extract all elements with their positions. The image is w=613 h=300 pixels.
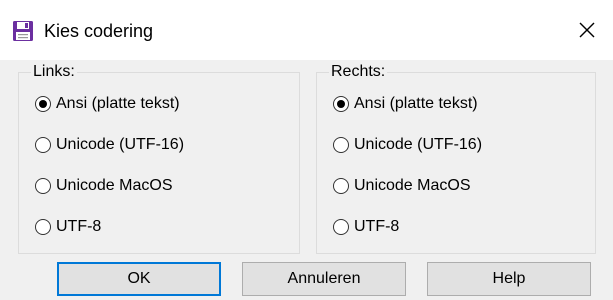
right-group-label: Rechts: [329, 61, 388, 83]
right-radio-utf8[interactable]: UTF-8 [333, 216, 399, 238]
title-bar: Kies codering [0, 0, 613, 60]
right-radio-unicode-utf16[interactable]: Unicode (UTF-16) [333, 134, 482, 156]
radio-selected-dot [337, 100, 345, 108]
radio-label: Unicode MacOS [354, 177, 471, 194]
window-title: Kies codering [44, 21, 154, 41]
close-button[interactable] [561, 0, 613, 60]
close-icon [579, 22, 595, 38]
right-radio-ansi[interactable]: Ansi (platte tekst) [333, 93, 478, 115]
radio-label: Unicode (UTF-16) [56, 136, 185, 153]
radio-circle [333, 96, 349, 112]
radio-circle [333, 178, 349, 194]
right-radio-unicode-macos[interactable]: Unicode MacOS [333, 175, 471, 197]
radio-label: Unicode (UTF-16) [354, 136, 483, 153]
radio-label: UTF-8 [354, 218, 400, 235]
floppy-disk-icon [13, 21, 33, 41]
radio-label: Ansi (platte tekst) [354, 95, 478, 112]
radio-circle [35, 178, 51, 194]
right-encoding-group: Rechts: Ansi (platte tekst) Unicode (UTF… [316, 61, 596, 254]
radio-circle [35, 96, 51, 112]
ok-button[interactable]: OK [57, 262, 221, 296]
left-radio-utf8[interactable]: UTF-8 [35, 216, 101, 238]
radio-selected-dot [39, 100, 47, 108]
radio-circle [35, 219, 51, 235]
radio-circle [35, 137, 51, 153]
help-button[interactable]: Help [427, 262, 591, 296]
radio-label: UTF-8 [56, 218, 102, 235]
radio-circle [333, 219, 349, 235]
left-radio-unicode-macos[interactable]: Unicode MacOS [35, 175, 173, 197]
radio-label: Unicode MacOS [56, 177, 173, 194]
left-radio-ansi[interactable]: Ansi (platte tekst) [35, 93, 180, 115]
left-encoding-group: Links: Ansi (platte tekst) Unicode (UTF-… [18, 61, 300, 254]
cancel-button[interactable]: Annuleren [242, 262, 406, 296]
left-group-label: Links: [31, 61, 77, 83]
radio-label: Ansi (platte tekst) [56, 95, 180, 112]
radio-circle [333, 137, 349, 153]
left-radio-unicode-utf16[interactable]: Unicode (UTF-16) [35, 134, 184, 156]
